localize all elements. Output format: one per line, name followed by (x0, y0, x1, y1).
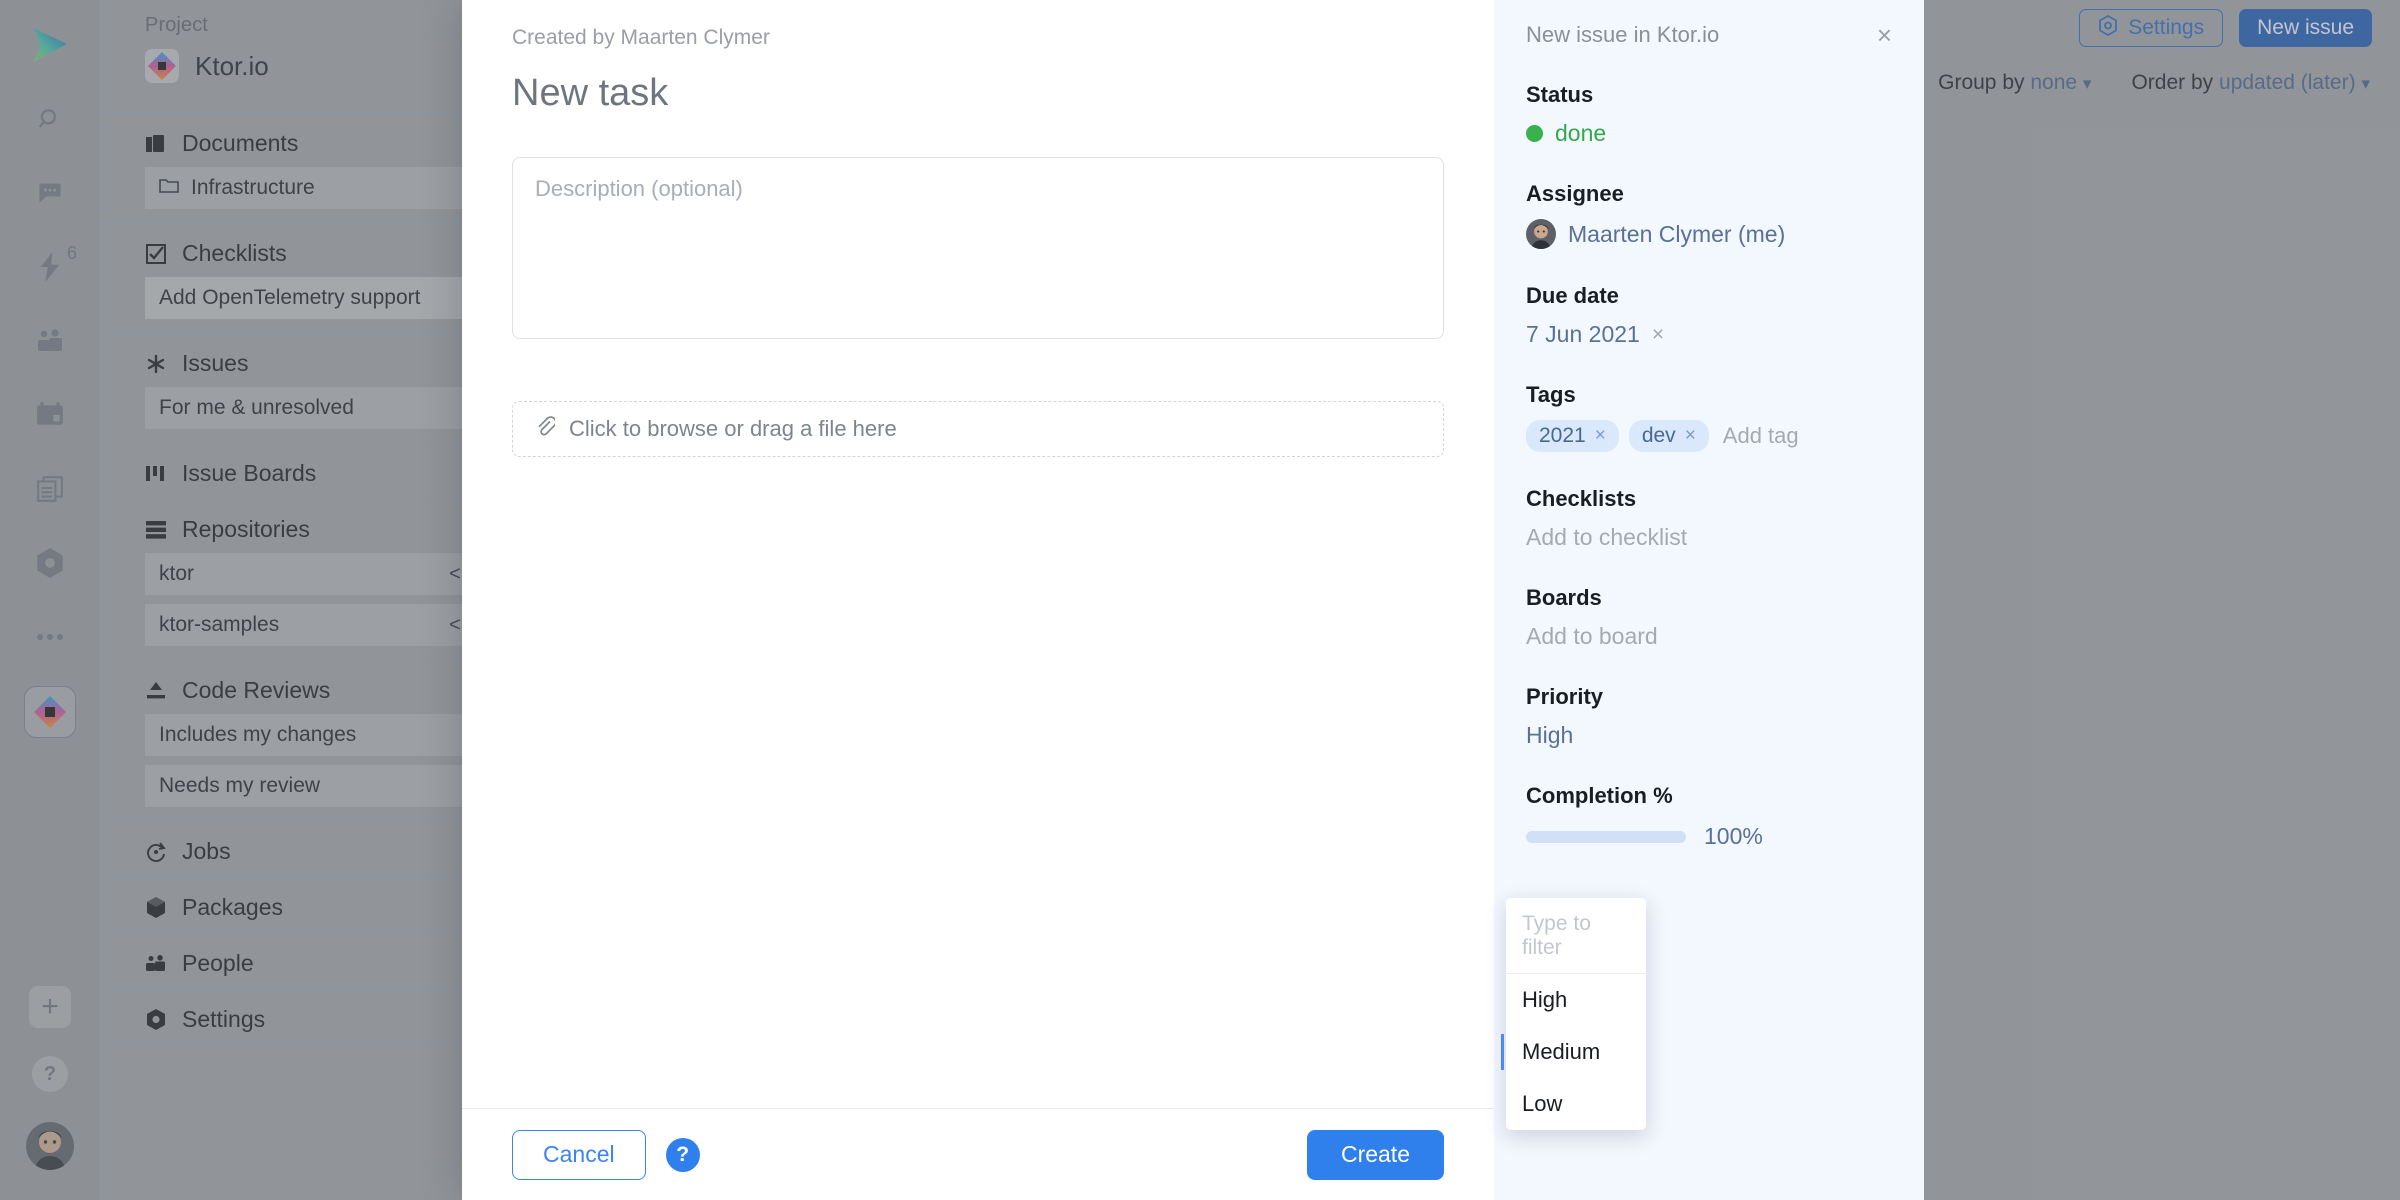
panel-title: New issue in Ktor.io (1526, 22, 1720, 47)
due-date-text: 7 Jun 2021 (1526, 321, 1640, 347)
dropdown-option-low[interactable]: Low (1506, 1078, 1646, 1130)
tags-list: 2021 × dev × Add tag (1526, 420, 1892, 452)
field-label: Assignee (1526, 181, 1624, 206)
status-badge[interactable]: done (1526, 120, 1892, 147)
field-label: Tags (1526, 382, 1576, 407)
tag-chip[interactable]: dev × (1628, 420, 1709, 452)
dropdown-filter-input[interactable]: Type to filter (1506, 898, 1646, 974)
dialog-body: Created by Maarten Clymer New task Descr… (462, 0, 1494, 1108)
tag-chip[interactable]: 2021 × (1526, 420, 1619, 452)
tag-label: dev (1641, 424, 1676, 447)
avatar (1526, 219, 1556, 249)
field-label: Checklists (1526, 486, 1637, 511)
field-assignee: Assignee Maarten Clymer (me) (1526, 181, 1892, 249)
add-to-board-button[interactable]: Add to board (1526, 623, 1892, 650)
description-input[interactable]: Description (optional) (512, 157, 1444, 339)
assignee-value[interactable]: Maarten Clymer (me) (1526, 219, 1892, 249)
dropdown-option-high[interactable]: High (1506, 974, 1646, 1026)
close-icon[interactable]: × (1877, 22, 1892, 48)
remove-due-date-icon[interactable]: × (1652, 323, 1664, 347)
field-label: Priority (1526, 684, 1604, 709)
progress-track (1526, 830, 1686, 843)
completion-progress[interactable]: 100% (1526, 823, 1892, 850)
tag-label: 2021 (1539, 424, 1586, 447)
help-icon[interactable]: ? (665, 1137, 700, 1172)
field-label: Status (1526, 82, 1594, 107)
field-label: Completion % (1526, 783, 1673, 808)
status-value: done (1555, 120, 1607, 146)
assignee-name: Maarten Clymer (me) (1568, 220, 1786, 247)
remove-tag-icon[interactable]: × (1685, 425, 1696, 447)
field-boards: Boards Add to board (1526, 585, 1892, 650)
new-task-dialog: Created by Maarten Clymer New task Descr… (462, 0, 1494, 1200)
create-button[interactable]: Create (1306, 1129, 1444, 1180)
dialog-footer: Cancel ? Create (462, 1108, 1494, 1200)
field-tags: Tags 2021 × dev × Add tag (1526, 382, 1892, 452)
file-dropzone-label: Click to browse or drag a file here (569, 416, 897, 441)
field-status: Status done (1526, 82, 1892, 147)
field-label: Due date (1526, 283, 1619, 308)
dropdown-option-medium[interactable]: Medium (1501, 1026, 1646, 1078)
app-root: 6 + ? Project Ktor.io Documents Infrastr… (0, 0, 2400, 1200)
field-priority: Priority High (1526, 684, 1892, 749)
created-by-label: Created by Maarten Clymer (512, 26, 770, 49)
cancel-button[interactable]: Cancel (512, 1129, 646, 1180)
add-to-checklist-button[interactable]: Add to checklist (1526, 524, 1892, 551)
priority-dropdown: Type to filter High Medium Low (1501, 898, 1646, 1130)
panel-header: New issue in Ktor.io × (1526, 22, 1892, 48)
file-dropzone[interactable]: Click to browse or drag a file here (512, 401, 1444, 457)
paperclip-icon (535, 415, 557, 443)
field-due-date: Due date 7 Jun 2021 × (1526, 283, 1892, 348)
page-title[interactable]: New task (512, 72, 1444, 115)
field-completion: Completion % 100% (1526, 783, 1892, 850)
due-date-value[interactable]: 7 Jun 2021 × (1526, 321, 1892, 348)
remove-tag-icon[interactable]: × (1595, 425, 1606, 447)
priority-value[interactable]: High (1526, 722, 1892, 749)
add-tag-button[interactable]: Add tag (1723, 423, 1799, 449)
completion-value: 100% (1704, 823, 1763, 849)
status-dot-icon (1526, 125, 1543, 142)
field-label: Boards (1526, 585, 1602, 610)
field-checklists: Checklists Add to checklist (1526, 486, 1892, 551)
